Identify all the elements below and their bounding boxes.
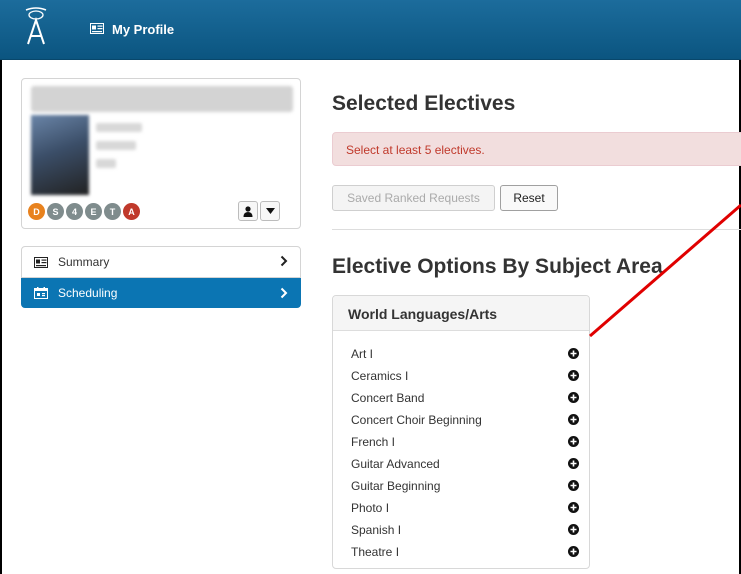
validation-alert: Select at least 5 electives. <box>332 132 741 166</box>
redacted-detail <box>96 159 116 168</box>
badge-s[interactable]: S <box>47 203 64 220</box>
elective-name: Concert Band <box>351 391 425 405</box>
subject-area-panel: World Languages/Arts Art I Ceramics I Co… <box>332 295 590 569</box>
status-badges: D S 4 E T A <box>28 203 142 220</box>
elective-name: Guitar Advanced <box>351 457 440 471</box>
elective-name: Art I <box>351 347 374 361</box>
add-circle-icon[interactable] <box>568 370 579 381</box>
reset-button[interactable]: Reset <box>500 185 558 211</box>
saved-ranked-requests-button[interactable]: Saved Ranked Requests <box>332 185 495 211</box>
elective-name: Photo I <box>351 501 390 515</box>
section-divider <box>332 229 741 230</box>
nav-my-profile-label: My Profile <box>112 22 175 37</box>
sidebar-item-summary[interactable]: Summary <box>21 246 301 278</box>
redacted-detail <box>96 141 136 150</box>
elective-item: Concert Band <box>351 387 589 409</box>
profile-card-icon <box>90 22 104 37</box>
elective-item: Theatre I <box>351 541 589 563</box>
elective-item: Guitar Advanced <box>351 453 589 475</box>
elective-name: Guitar Beginning <box>351 479 441 493</box>
sidebar-item-scheduling[interactable]: Scheduling <box>21 278 301 308</box>
elective-name: Concert Choir Beginning <box>351 413 482 427</box>
sidebar-item-label: Scheduling <box>58 286 118 300</box>
badge-e[interactable]: E <box>85 203 102 220</box>
badge-4[interactable]: 4 <box>66 203 83 220</box>
profile-card-icon <box>34 256 48 268</box>
add-circle-icon[interactable] <box>568 524 579 535</box>
profile-dropdown-button[interactable] <box>260 201 280 221</box>
add-circle-icon[interactable] <box>568 348 579 359</box>
elective-item: Guitar Beginning <box>351 475 589 497</box>
school-logo-icon[interactable] <box>22 6 50 46</box>
sidebar-nav: Summary Scheduling <box>21 246 301 308</box>
sidebar-item-label: Summary <box>58 255 110 269</box>
add-circle-icon[interactable] <box>568 414 579 425</box>
elective-item: Ceramics I <box>351 365 589 387</box>
page-title: Selected Electives <box>332 92 516 115</box>
chevron-right-icon <box>280 255 288 267</box>
panel-heading: World Languages/Arts <box>333 296 589 331</box>
top-navigation-bar: My Profile <box>0 0 741 60</box>
student-photo <box>31 115 89 195</box>
calendar-icon <box>34 287 48 299</box>
chevron-right-icon <box>280 287 288 299</box>
elective-item: Concert Choir Beginning <box>351 409 589 431</box>
user-icon <box>243 205 253 217</box>
add-circle-icon[interactable] <box>568 458 579 469</box>
student-name-redacted <box>31 86 293 112</box>
add-circle-icon[interactable] <box>568 546 579 557</box>
caret-down-icon <box>265 208 275 214</box>
redacted-detail <box>96 123 142 132</box>
elective-item: Art I <box>351 343 589 365</box>
elective-item: Photo I <box>351 497 589 519</box>
elective-item: Spanish I <box>351 519 589 541</box>
nav-my-profile[interactable]: My Profile <box>90 22 174 37</box>
elective-item: French I <box>351 431 589 453</box>
elective-name: Spanish I <box>351 523 402 537</box>
add-circle-icon[interactable] <box>568 392 579 403</box>
badge-t[interactable]: T <box>104 203 121 220</box>
section-title: Elective Options By Subject Area <box>332 255 663 278</box>
add-circle-icon[interactable] <box>568 480 579 491</box>
add-circle-icon[interactable] <box>568 502 579 513</box>
student-profile-card: D S 4 E T A <box>21 78 301 229</box>
badge-a[interactable]: A <box>123 203 140 220</box>
add-circle-icon[interactable] <box>568 436 579 447</box>
elective-name: Ceramics I <box>351 369 409 383</box>
elective-name: Theatre I <box>351 545 400 559</box>
profile-user-button[interactable] <box>238 201 258 221</box>
badge-d[interactable]: D <box>28 203 45 220</box>
elective-name: French I <box>351 435 396 449</box>
elective-list: Art I Ceramics I Concert Band Concert Ch… <box>333 331 589 563</box>
